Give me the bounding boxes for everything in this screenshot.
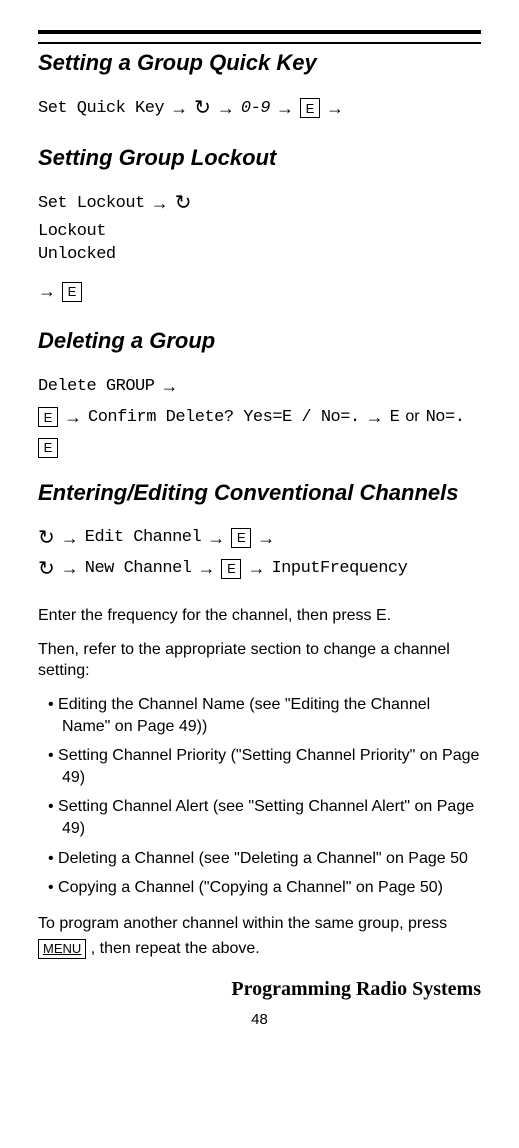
footer-title: Programming Radio Systems xyxy=(38,978,481,1001)
list-item: Copying a Channel ("Copying a Channel" o… xyxy=(62,877,481,899)
heading-delete-group: Deleting a Group xyxy=(38,328,481,354)
body3b: , then repeat the above. xyxy=(91,940,260,957)
body-enter-freq: Enter the frequency for the channel, the… xyxy=(38,605,481,627)
arrow-icon: → xyxy=(61,554,79,583)
label-edit-channel: Edit Channel xyxy=(85,524,201,551)
scroll-icon: ↻ xyxy=(194,98,211,118)
flow-lockout-1: Set Lockout → ↻ xyxy=(38,189,481,218)
arrow-icon: → xyxy=(276,94,294,123)
label-set-quick-key: Set Quick Key xyxy=(38,95,164,122)
arrow-icon: → xyxy=(61,524,79,553)
arrow-icon: → xyxy=(38,277,56,306)
digits-label: 0-9 xyxy=(241,95,270,122)
e-key-icon: E xyxy=(300,98,320,118)
body-program-another: To program another channel within the sa… xyxy=(38,911,481,962)
e-key-icon: E xyxy=(231,528,251,548)
e-key-icon: E xyxy=(221,559,241,579)
body3a: To program another channel within the sa… xyxy=(38,915,447,932)
rule-thick xyxy=(38,30,481,34)
scroll-icon: ↻ xyxy=(38,559,55,579)
page-number: 48 xyxy=(38,1011,481,1028)
bullet-list: Editing the Channel Name (see "Editing t… xyxy=(38,694,481,899)
flow-edit-1: ↻ → Edit Channel → E → xyxy=(38,524,481,553)
arrow-icon: → xyxy=(64,403,82,432)
rule-thin xyxy=(38,42,481,44)
flow-delete-2: E → Confirm Delete? Yes=E / No=. → E or … xyxy=(38,403,481,458)
arrow-icon: → xyxy=(247,554,265,583)
flow-edit-2: ↻ → New Channel → E → InputFrequency xyxy=(38,554,481,583)
flow-lockout-2: → E xyxy=(38,277,481,306)
list-item: Setting Channel Alert (see "Setting Chan… xyxy=(62,796,481,839)
yes-key-label: E xyxy=(390,404,400,431)
e-key-icon: E xyxy=(38,407,58,427)
arrow-icon: → xyxy=(366,403,384,432)
heading-quick-key: Setting a Group Quick Key xyxy=(38,50,481,76)
arrow-icon: → xyxy=(197,554,215,583)
label-input-frequency: InputFrequency xyxy=(271,555,407,582)
arrow-icon: → xyxy=(207,524,225,553)
lockout-opt2: Unlocked xyxy=(38,243,481,267)
e-key-icon: E xyxy=(38,438,58,458)
body-refer: Then, refer to the appropriate section t… xyxy=(38,639,481,682)
menu-key-icon: MENU xyxy=(38,939,86,959)
label-new-channel: New Channel xyxy=(85,555,192,582)
label-delete-group: Delete GROUP xyxy=(38,373,154,400)
no-label: No=. xyxy=(426,404,465,431)
lockout-opt1: Lockout xyxy=(38,220,481,244)
scroll-icon: ↻ xyxy=(38,528,55,548)
list-item: Deleting a Channel (see "Deleting a Chan… xyxy=(62,848,481,870)
confirm-delete-label: Confirm Delete? Yes=E / No=. xyxy=(88,404,360,431)
arrow-icon: → xyxy=(170,94,188,123)
arrow-icon: → xyxy=(151,189,169,218)
lockout-options: Lockout Unlocked xyxy=(38,220,481,268)
list-item: Setting Channel Priority ("Setting Chann… xyxy=(62,745,481,788)
arrow-icon: → xyxy=(326,94,344,123)
or-text: or xyxy=(405,404,419,430)
e-key-icon: E xyxy=(62,282,82,302)
heading-lockout: Setting Group Lockout xyxy=(38,145,481,171)
arrow-icon: → xyxy=(257,524,275,553)
heading-edit-channels: Entering/Editing Conventional Channels xyxy=(38,480,481,506)
flow-delete-1: Delete GROUP → xyxy=(38,372,481,401)
scroll-icon: ↻ xyxy=(175,193,192,213)
list-item: Editing the Channel Name (see "Editing t… xyxy=(62,694,481,737)
flow-quick-key: Set Quick Key → ↻ → 0-9 → E → xyxy=(38,94,481,123)
arrow-icon: → xyxy=(160,372,178,401)
label-set-lockout: Set Lockout xyxy=(38,190,145,217)
arrow-icon: → xyxy=(217,94,235,123)
